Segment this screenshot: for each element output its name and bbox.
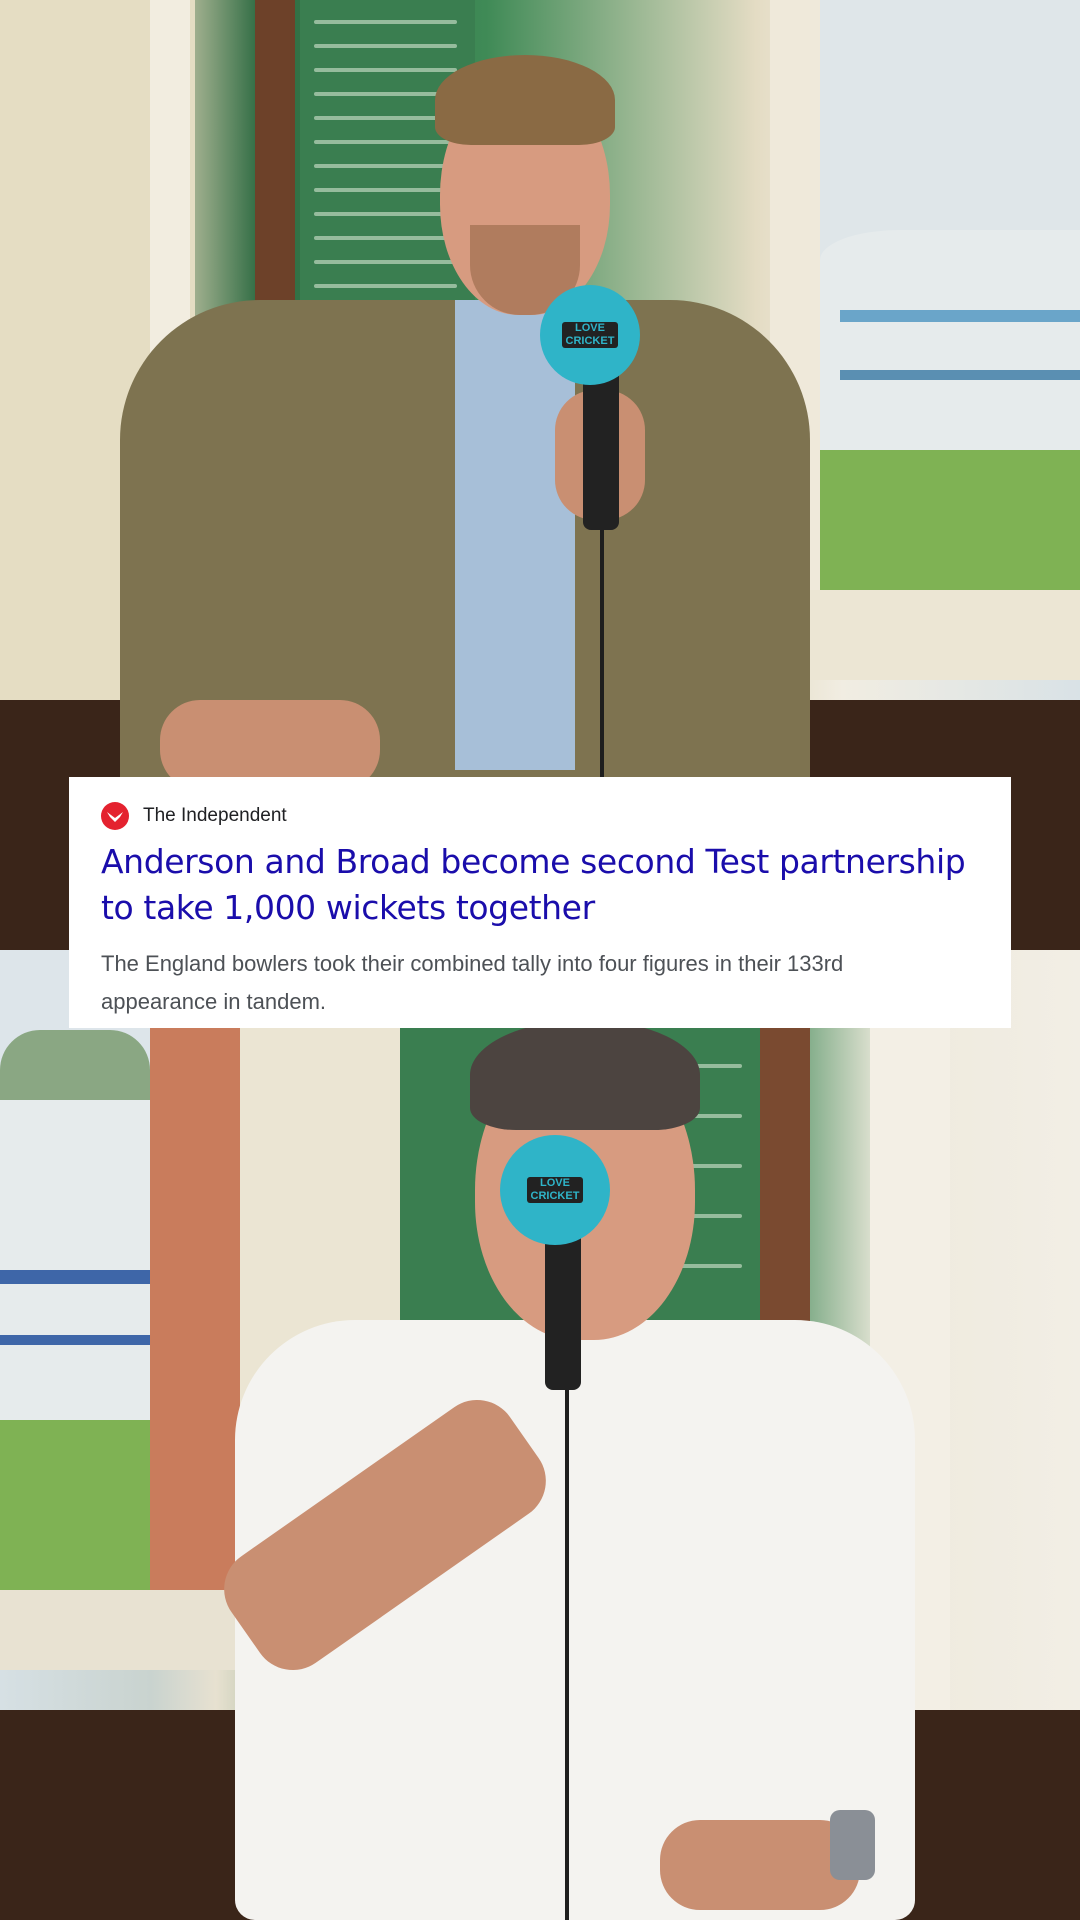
stand-band bbox=[0, 1270, 150, 1284]
stand-band-2 bbox=[0, 1335, 150, 1345]
stadium-stand bbox=[0, 1100, 150, 1420]
mic-logo: LOVE CRICKET bbox=[527, 1177, 583, 1203]
source-name: The Independent bbox=[143, 805, 287, 826]
article-snippet: The England bowlers took their combined … bbox=[101, 951, 844, 1014]
bottom-video-frame: LOVE CRICKET bbox=[0, 950, 1080, 1920]
cricket-ground bbox=[0, 1420, 150, 1600]
news-source: The Independent bbox=[101, 802, 287, 830]
mic-cable bbox=[565, 1370, 569, 1920]
microphone: LOVE CRICKET bbox=[500, 1135, 610, 1245]
cricket-ground bbox=[820, 450, 1080, 590]
window-frame bbox=[150, 950, 240, 1650]
person-hair bbox=[435, 55, 615, 145]
person-hair bbox=[470, 1020, 700, 1130]
window-sill bbox=[780, 590, 1080, 680]
stand-band-2 bbox=[840, 370, 1080, 380]
mic-cable bbox=[600, 520, 604, 780]
microphone: LOVE CRICKET bbox=[540, 285, 640, 385]
mic-logo: LOVE CRICKET bbox=[562, 322, 618, 348]
news-card[interactable]: The Independent Anderson and Broad becom… bbox=[69, 777, 1011, 1028]
wristwatch bbox=[830, 1810, 875, 1880]
headline-link[interactable]: Anderson and Broad become second Test pa… bbox=[101, 839, 991, 931]
eagle-icon bbox=[107, 812, 123, 822]
trees bbox=[0, 1030, 150, 1110]
stadium-stand bbox=[820, 230, 1080, 450]
window-sill bbox=[0, 1590, 260, 1670]
stand-band bbox=[840, 310, 1080, 322]
eagle-logo-icon bbox=[101, 802, 129, 830]
